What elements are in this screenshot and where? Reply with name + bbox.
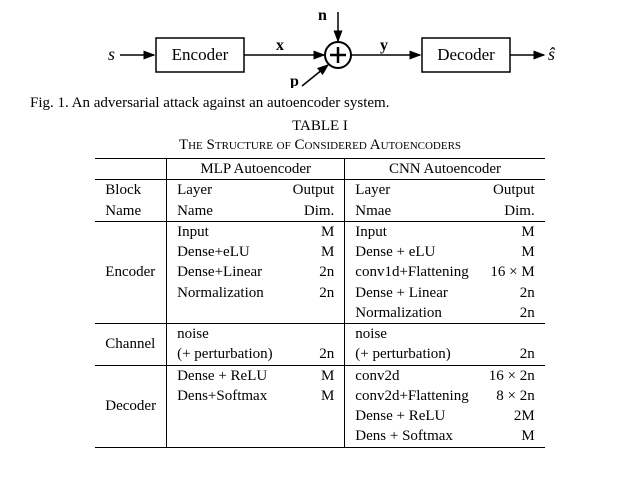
header-dim: Dim. [283, 201, 345, 222]
table-cell: (+ perturbation) [167, 344, 283, 365]
table-cell: 16 × M [479, 262, 545, 282]
label-n: n [318, 8, 327, 24]
table-cell: (+ perturbation) [345, 344, 479, 365]
header-layer-name: Name [167, 201, 283, 222]
table-cell: conv2d+Flattening [345, 386, 479, 406]
table-cell: 2n [283, 262, 345, 282]
header-output: Output [283, 180, 345, 201]
table-cell: conv1d+Flattening [345, 262, 479, 282]
table-cell: Dense + Linear [345, 283, 479, 303]
label-encoder: Encoder [172, 45, 229, 64]
col-header-mlp: MLP Autoencoder [167, 159, 345, 180]
table-cell: Dens + Softmax [345, 426, 479, 447]
table-cell: 2n [283, 283, 345, 303]
table-cell: 2n [479, 283, 545, 303]
block-diagram: s Encoder x n p y Decoder ŝ [80, 8, 560, 88]
table-cell: M [479, 426, 545, 447]
table-cell: M [479, 221, 545, 242]
table-cell: Dense+eLU [167, 242, 283, 262]
header-block: Block [95, 180, 166, 201]
label-p: p [290, 73, 299, 88]
table-cell: Normalization [345, 303, 479, 324]
table-cell: M [283, 365, 345, 386]
col-header-cnn: CNN Autoencoder [345, 159, 545, 180]
table-cell: Dens+Softmax [167, 386, 283, 406]
label-x: x [276, 37, 284, 54]
header-output: Output [479, 180, 545, 201]
block-channel: Channel [95, 324, 166, 366]
header-name: Name [95, 201, 166, 222]
table-cell: 2n [479, 303, 545, 324]
table-cell: 2n [479, 344, 545, 365]
table-cell: M [283, 221, 345, 242]
table-cell: Normalization [167, 283, 283, 303]
table-title: The Structure of Considered Autoencoders [12, 137, 628, 154]
table-cell: conv2d [345, 365, 479, 386]
table-cell: 8 × 2n [479, 386, 545, 406]
header-dim: Dim. [479, 201, 545, 222]
label-s-in: s [108, 44, 115, 64]
table-cell: Dense + eLU [345, 242, 479, 262]
table-cell: 16 × 2n [479, 365, 545, 386]
header-nmae: Nmae [345, 201, 479, 222]
table-cell: M [479, 242, 545, 262]
table-cell: M [283, 386, 345, 406]
figure-caption: Fig. 1. An adversarial attack against an… [12, 95, 628, 112]
autoencoder-table: MLP Autoencoder CNN Autoencoder Block La… [95, 158, 544, 448]
block-decoder: Decoder [95, 365, 166, 447]
table-cell: 2M [479, 406, 545, 426]
table-cell: Dense + ReLU [167, 365, 283, 386]
label-s-out: ŝ [548, 44, 556, 64]
label-decoder: Decoder [437, 45, 495, 64]
table-cell: noise [345, 324, 479, 345]
header-layer: Layer [345, 180, 479, 201]
table-cell: Input [167, 221, 283, 242]
table-cell: Dense+Linear [167, 262, 283, 282]
table-number: TABLE I [12, 118, 628, 135]
block-encoder: Encoder [95, 221, 166, 323]
figure-1: s Encoder x n p y Decoder ŝ [12, 8, 628, 93]
table-cell: noise [167, 324, 283, 345]
header-layer: Layer [167, 180, 283, 201]
label-y: y [380, 37, 388, 54]
table-cell: Input [345, 221, 479, 242]
table-cell: M [283, 242, 345, 262]
table-cell: 2n [283, 344, 345, 365]
table-cell: Dense + ReLU [345, 406, 479, 426]
